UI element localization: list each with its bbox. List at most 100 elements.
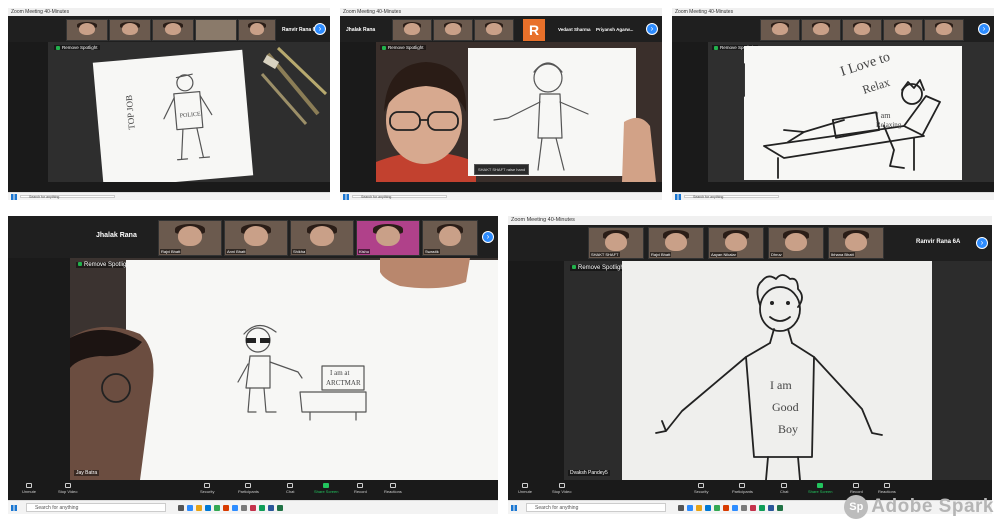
drawing-text: ARCTMAR [326,379,361,387]
drawing-text: Relax [861,75,892,97]
record-button[interactable]: Record [850,483,863,494]
next-page-button[interactable]: › [978,23,990,35]
participant-thumb[interactable]: Swastik [422,220,478,256]
remove-spotlight-button[interactable]: Remove Spotlight [570,265,628,271]
start-icon[interactable] [675,193,681,200]
meeting-controls: Unmute Stop Video Security Participants … [8,480,498,500]
participant-thumb[interactable] [474,19,514,41]
participant-avatar[interactable]: R [523,19,545,41]
record-button[interactable]: Record [354,483,367,494]
participant-thumb[interactable]: Kishu [356,220,420,256]
window-title: Zoom Meeting 40-Minutes [508,216,992,225]
share-screen-button[interactable]: Share Screen [808,483,832,494]
search-input[interactable]: Search for anything [20,195,115,199]
stop-video-button[interactable]: Stop Video [58,483,78,494]
start-icon[interactable] [11,504,17,511]
hand-holding-paper [380,258,470,289]
start-icon[interactable] [343,193,349,200]
reactions-button[interactable]: Reactions [384,483,402,494]
windows-taskbar: Search for anything [672,192,994,200]
security-button[interactable]: Security [200,483,214,494]
participant-thumb[interactable] [109,19,151,41]
raise-hand-tooltip: SHAKT SHAFT raise hand [474,164,530,175]
participant-thumb[interactable] [801,19,841,41]
next-page-button[interactable]: › [482,231,494,243]
participant-thumb[interactable] [433,19,473,41]
window-title: Zoom Meeting 40-Minutes [672,8,994,16]
stop-video-button[interactable]: Stop Video [552,483,572,494]
drawing-text: Relaxing [876,121,902,129]
drawing-paper [468,48,636,176]
active-speaker-video: Remove Spotlight I am Good Boy Dvaksh Pa… [564,261,992,480]
active-speaker-video: Remove Spotlight I Love to Relax I am Re… [708,42,994,182]
drawing-text: TOP JOB [124,95,137,131]
participants-button[interactable]: Participants [238,483,259,494]
next-page-button[interactable]: › [314,23,326,35]
drawing-text: I am [770,378,792,392]
participant-thumb[interactable] [238,19,276,41]
zoom-window-1: Zoom Meeting 40-Minutes Ranvir Rana 6A ›… [8,8,330,200]
drawing-paper: I am Good Boy [622,261,932,480]
drawing-paper: TOP JOB POLICE [92,49,254,182]
taskbar-icons [678,504,783,511]
participant-thumb[interactable]: Dhruv [768,227,824,259]
start-icon[interactable] [511,504,517,511]
window-title: Zoom Meeting 40-Minutes [340,8,662,16]
self-name-label: Jay Batra [74,470,100,476]
security-button[interactable]: Security [694,483,708,494]
search-input[interactable]: Search for anything [526,503,666,512]
participant-thumb[interactable]: Aayan Nikalar [708,227,764,259]
thumb-name: Kishu [358,249,371,254]
search-input[interactable]: Search for anything [26,503,166,512]
participant-name: Priyansh Agarw... [596,27,634,32]
thumb-name: SHAKT SHAFT [590,252,620,257]
drawing-text: I am [876,111,891,120]
participant-thumb[interactable]: SHAKT SHAFT [588,227,644,259]
remove-spotlight-button[interactable]: Remove Spotlight [54,45,100,50]
participant-thumb[interactable] [195,19,237,41]
zoom-window-4: Jhalak Rana Rajvi Bhatt Anni Bhatt Shikh… [8,216,498,514]
participant-strip: Jhalak Rana R Vedant Sharma Priyansh Aga… [340,16,662,42]
adobe-spark-text: Adobe Spark [871,496,994,517]
participant-thumb[interactable]: Rajvi Bhatt [158,220,222,256]
thumb-name: Rajvi Bhatt [650,252,672,257]
unmute-button[interactable]: Unmute [518,483,532,494]
remove-spotlight-button[interactable]: Remove Spotlight [76,262,134,268]
participant-thumb[interactable]: Ibhana Bhatt [828,227,884,259]
participant-thumb[interactable] [66,19,108,41]
participant-strip: › [672,16,994,42]
meeting-controls [340,182,662,192]
thumb-name: Shikha [292,249,307,254]
participants-button[interactable]: Participants [732,483,753,494]
zoom-window-2: Zoom Meeting 40-Minutes Jhalak Rana R Ve… [340,8,662,200]
participant-strip: SHAKT SHAFT Rajvi Bhatt Aayan Nikalar Dh… [508,225,992,261]
active-speaker-video: Remove Spotlight SHAKT SHAFT raise hand [376,42,662,182]
next-page-button[interactable]: › [976,237,988,249]
thumb-name: Aayan Nikalar [710,252,737,257]
chat-button[interactable]: Chat [286,483,294,494]
thumb-name: Anni Bhatt [226,249,247,254]
participant-thumb[interactable] [392,19,432,41]
participant-thumb[interactable]: Shikha [290,220,354,256]
share-screen-button[interactable]: Share Screen [314,483,338,494]
chat-button[interactable]: Chat [780,483,788,494]
participant-thumb[interactable] [760,19,800,41]
thumb-name: Rajvi Bhatt [160,249,182,254]
next-page-button[interactable]: › [646,23,658,35]
participant-thumb[interactable] [152,19,194,41]
participant-thumb[interactable] [883,19,923,41]
search-input[interactable]: Search for anything [684,195,779,199]
drawing-text: Good [772,400,799,414]
unmute-button[interactable]: Unmute [22,483,36,494]
participant-thumb[interactable] [924,19,964,41]
window-title: Zoom Meeting 40-Minutes [8,8,330,16]
windows-taskbar: Search for anything [8,192,330,200]
search-input[interactable]: Search for anything [352,195,447,199]
participant-thumb[interactable]: Rajvi Bhatt [648,227,704,259]
windows-taskbar: Search for anything [340,192,662,200]
participant-strip: Jhalak Rana Rajvi Bhatt Anni Bhatt Shikh… [8,216,498,258]
participant-thumb[interactable]: Anni Bhatt [224,220,288,256]
start-icon[interactable] [11,193,17,200]
reactions-button[interactable]: Reactions [878,483,896,494]
participant-thumb[interactable] [842,19,882,41]
